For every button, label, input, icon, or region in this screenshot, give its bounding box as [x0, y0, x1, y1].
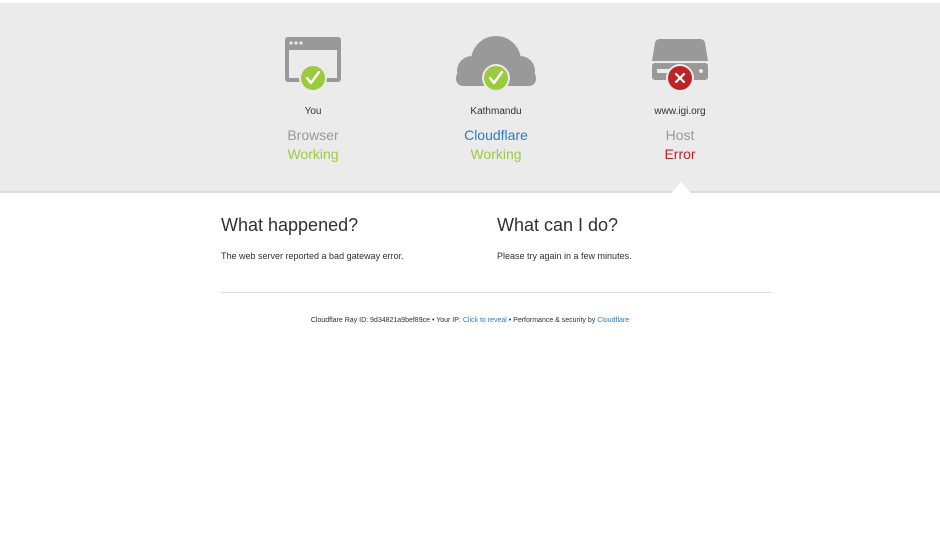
separator: • — [508, 317, 512, 324]
node-host: www.igi.org Host Error — [588, 3, 772, 163]
node-location: Kathmandu — [470, 106, 522, 117]
node-location: You — [304, 106, 322, 117]
ray-id: 9d34821a9bef89ce — [370, 317, 430, 324]
cloudflare-footer-link[interactable]: Cloudflare — [597, 317, 629, 324]
ray-label: Cloudflare Ray ID: — [310, 317, 369, 324]
separator: • — [431, 317, 435, 324]
divider — [221, 292, 772, 293]
performance-label: Performance & security by — [513, 317, 596, 324]
check-icon — [482, 64, 510, 92]
what-can-i-do-section: What can I do? Please try again in a few… — [497, 214, 757, 262]
ip-label: Your IP: — [436, 317, 461, 324]
node-browser: You Browser Working — [221, 3, 405, 163]
node-location: www.igi.org — [654, 106, 706, 117]
node-status: Working — [470, 146, 522, 162]
what-happened-section: What happened? The web server reported a… — [221, 214, 481, 262]
check-icon — [299, 64, 327, 92]
error-x-icon — [666, 64, 694, 92]
cloudflare-link[interactable]: Cloudflare — [404, 127, 588, 143]
node-status: Error — [664, 146, 696, 162]
what-can-i-do-body: Please try again in a few minutes. — [497, 251, 632, 261]
what-happened-body: The web server reported a bad gateway er… — [221, 251, 404, 261]
node-status: Working — [287, 146, 339, 162]
node-kind: Browser — [287, 127, 339, 143]
node-kind: Host — [665, 127, 695, 143]
reveal-ip-link[interactable]: Click to reveal — [463, 317, 507, 324]
what-happened-title: What happened? — [221, 215, 359, 235]
host-pointer-notch — [671, 182, 691, 193]
footer: Cloudflare Ray ID: 9d34821a9bef89ce • Yo… — [0, 316, 940, 326]
what-can-i-do-title: What can I do? — [497, 215, 619, 235]
node-cloudflare: Kathmandu Cloudflare Working — [404, 3, 588, 163]
status-band: You Browser Working Kathmandu Cloudflare… — [0, 3, 940, 193]
